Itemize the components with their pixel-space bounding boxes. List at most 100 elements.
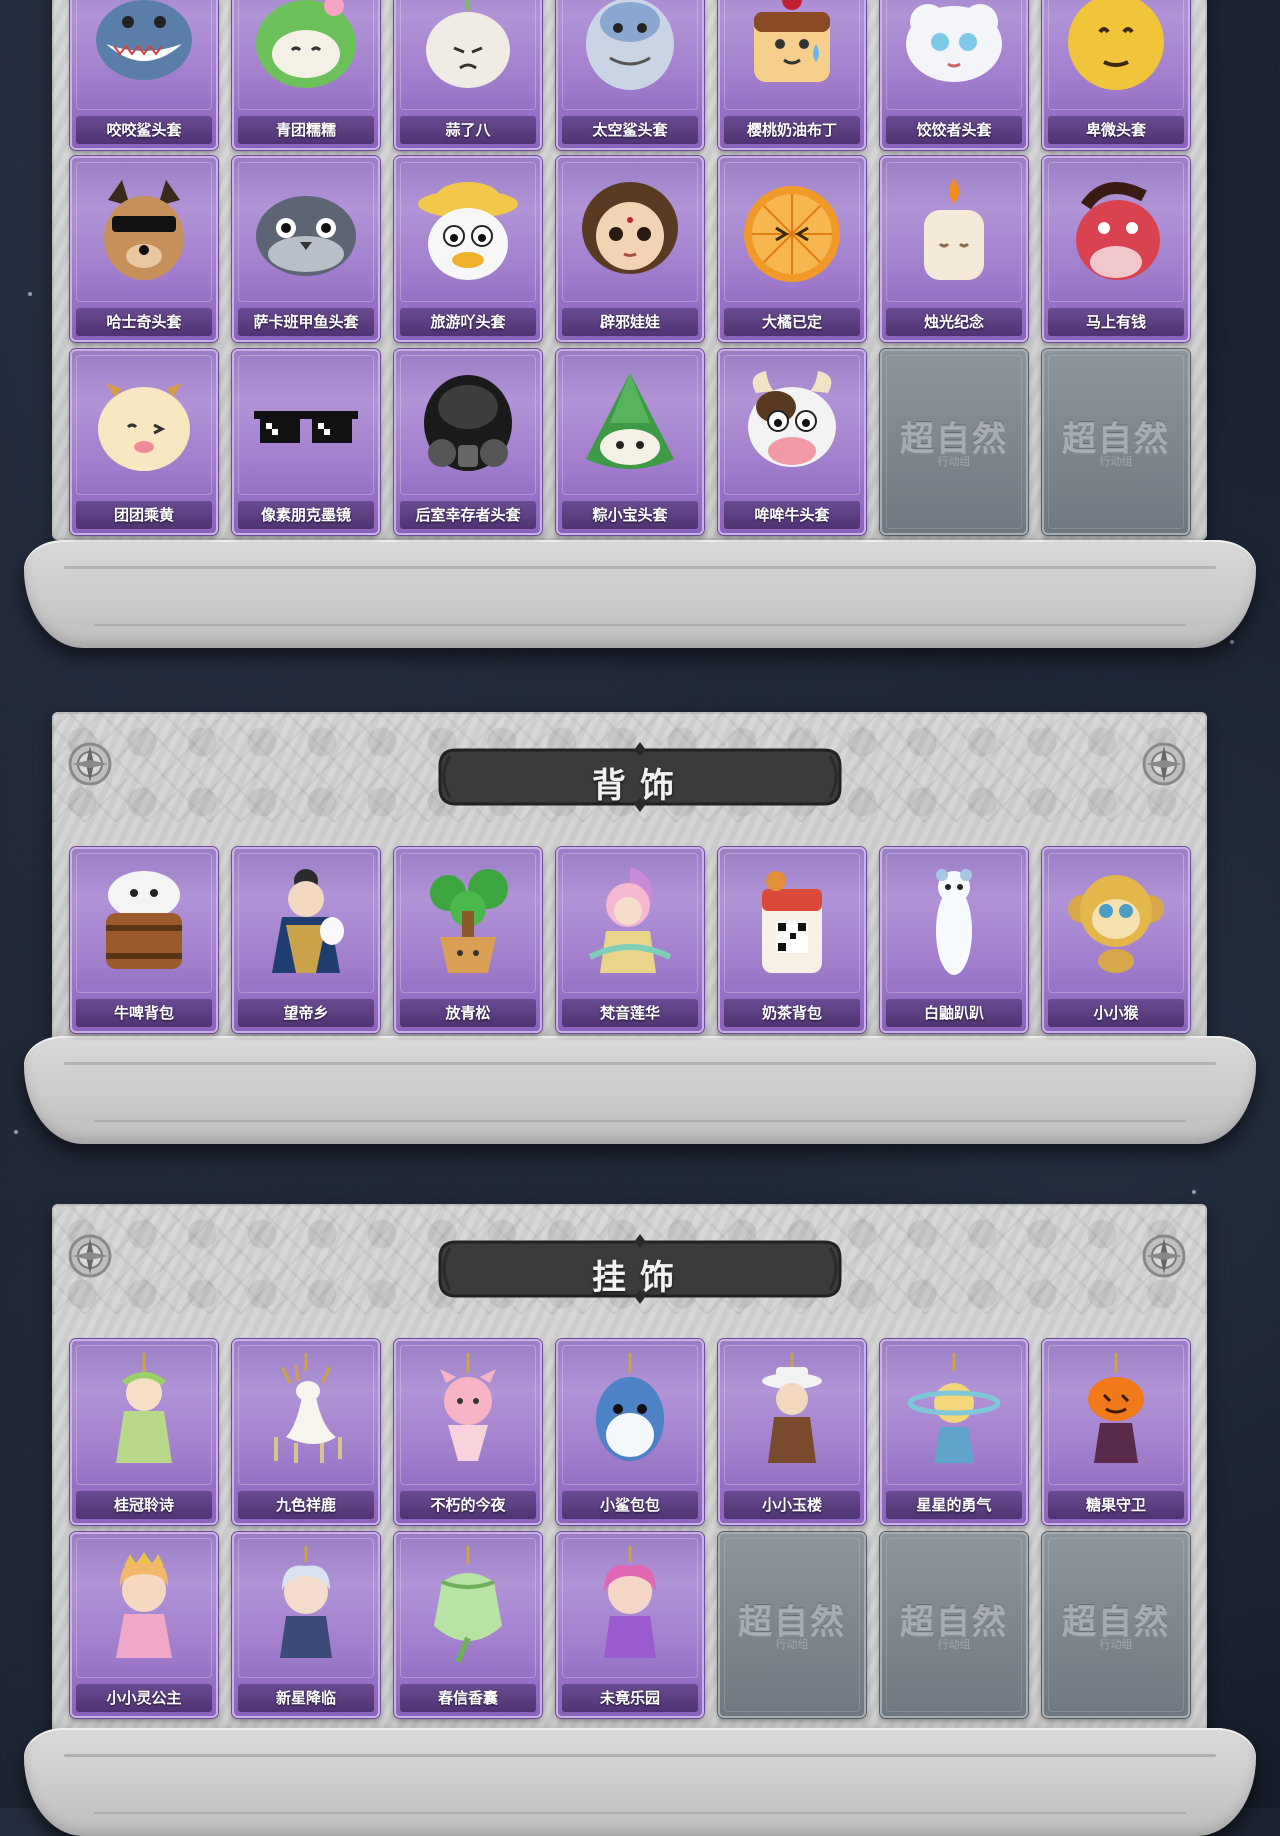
item-card[interactable]: 后室幸存者头套 [394,349,542,535]
item-name: 粽小宝头套 [562,501,698,529]
beer-keg-cow-icon [106,871,182,969]
item-image [570,857,690,985]
item-card[interactable]: 望帝乡 [232,847,380,1033]
item-card[interactable]: 白鼬趴趴 [880,847,1028,1033]
item-card[interactable]: 樱桃奶油布丁 [718,0,866,150]
item-name: 马上有钱 [1048,308,1184,336]
item-card[interactable]: 旅游吖头套 [394,156,542,342]
item-card[interactable]: 星星的勇气 [880,1339,1028,1525]
item-card[interactable]: 放青松 [394,847,542,1033]
item-card[interactable]: 小小灵公主 [70,1532,218,1718]
item-card[interactable]: 哈士奇头套 [70,156,218,342]
item-card[interactable]: 小小猴 [1042,847,1190,1033]
item-name: 白鼬趴趴 [886,999,1022,1027]
item-name: 小小灵公主 [76,1684,212,1712]
dumpling-cloud-icon [906,4,1002,82]
item-name: 奶茶背包 [724,999,860,1027]
item-image [246,359,366,487]
item-card[interactable]: 粽小宝头套 [556,349,704,535]
item-name: 小小猴 [1048,999,1184,1027]
item-image [84,359,204,487]
item-image [732,166,852,294]
item-card[interactable]: 蒜了八 [394,0,542,150]
locked-item-card[interactable]: 超自然 行动组 [880,1532,1028,1718]
pixel-sunglasses-icon [254,411,358,443]
item-name: 小鲨包包 [562,1491,698,1519]
item-card[interactable]: 哞哞牛头套 [718,349,866,535]
item-card[interactable]: 桂冠聆诗 [70,1339,218,1525]
item-image [408,359,528,487]
item-card[interactable]: 新星降临 [232,1532,380,1718]
orange-icon [744,186,840,282]
locked-item-card[interactable]: 超自然 行动组 [880,349,1028,535]
item-name: 辟邪娃娃 [562,308,698,336]
item-image [570,0,690,102]
item-image [408,166,528,294]
item-card[interactable]: 春信香囊 [394,1532,542,1718]
locked-item-card[interactable]: 超自然 行动组 [1042,349,1190,535]
item-card[interactable]: 像素朋克墨镜 [232,349,380,535]
duck-hat-icon [418,182,518,280]
item-image [246,0,366,102]
horse-head-icon [1076,182,1160,280]
placeholder-watermark-sub: 行动组 [937,455,971,468]
item-card[interactable]: 马上有钱 [1042,156,1190,342]
item-image [894,1349,1014,1477]
item-card[interactable]: 咬咬鲨头套 [70,0,218,150]
placeholder-watermark-sub: 行动组 [1099,455,1133,468]
compass-icon [1140,1232,1188,1280]
locked-item-card[interactable]: 超自然 行动组 [718,1532,866,1718]
item-card[interactable]: 团团乘黄 [70,349,218,535]
pendant-scroll-roll [24,1728,1256,1836]
item-card[interactable]: 大橘已定 [718,156,866,342]
item-name: 桂冠聆诗 [76,1491,212,1519]
item-card[interactable]: 小小玉楼 [718,1339,866,1525]
husky-icon [104,180,184,280]
garlic-icon [426,0,510,88]
back-title-banner: 背饰 [436,742,844,812]
item-card[interactable]: 饺饺者头套 [880,0,1028,150]
item-card[interactable]: 糖果守卫 [1042,1339,1190,1525]
item-image [570,166,690,294]
princess-icon [116,1552,172,1658]
item-card[interactable]: 九色祥鹿 [232,1339,380,1525]
item-image [732,359,852,487]
item-card[interactable]: 卑微头套 [1042,0,1190,150]
item-name: 太空鲨头套 [562,116,698,144]
item-card[interactable]: 梵音莲华 [556,847,704,1033]
item-name: 星星的勇气 [886,1491,1022,1519]
item-image [1056,1349,1176,1477]
item-card[interactable]: 辟邪娃娃 [556,156,704,342]
item-image [570,1349,690,1477]
item-card[interactable]: 太空鲨头套 [556,0,704,150]
locked-item-card[interactable]: 超自然 行动组 [1042,1532,1190,1718]
item-name: 团团乘黄 [76,501,212,529]
item-name: 哈士奇头套 [76,308,212,336]
item-name: 萨卡班甲鱼头套 [238,308,374,336]
item-card[interactable]: 牛啤背包 [70,847,218,1033]
fox-bouquet-icon [440,1353,496,1461]
candle-icon [924,178,984,280]
deer-icon [274,1353,342,1463]
item-card[interactable]: 不朽的今夜 [394,1339,542,1525]
item-name: 未竟乐园 [562,1684,698,1712]
item-card[interactable]: 奶茶背包 [718,847,866,1033]
sparkle [1192,1190,1196,1194]
section-title: 挂饰 [592,1258,688,1298]
shark-bag-icon [596,1353,664,1461]
item-image [732,0,852,102]
compass-icon [66,1232,114,1280]
item-name: 咬咬鲨头套 [76,116,212,144]
doll-icon [582,182,678,274]
item-image [894,857,1014,985]
item-name: 青团糯糯 [238,116,374,144]
item-image [84,1349,204,1477]
item-card[interactable]: 未竟乐园 [556,1532,704,1718]
item-card[interactable]: 萨卡班甲鱼头套 [232,156,380,342]
item-card[interactable]: 烛光纪念 [880,156,1028,342]
item-card[interactable]: 小鲨包包 [556,1339,704,1525]
item-name: 哞哞牛头套 [724,501,860,529]
item-card[interactable]: 青团糯糯 [232,0,380,150]
item-image [570,359,690,487]
item-image [408,857,528,985]
